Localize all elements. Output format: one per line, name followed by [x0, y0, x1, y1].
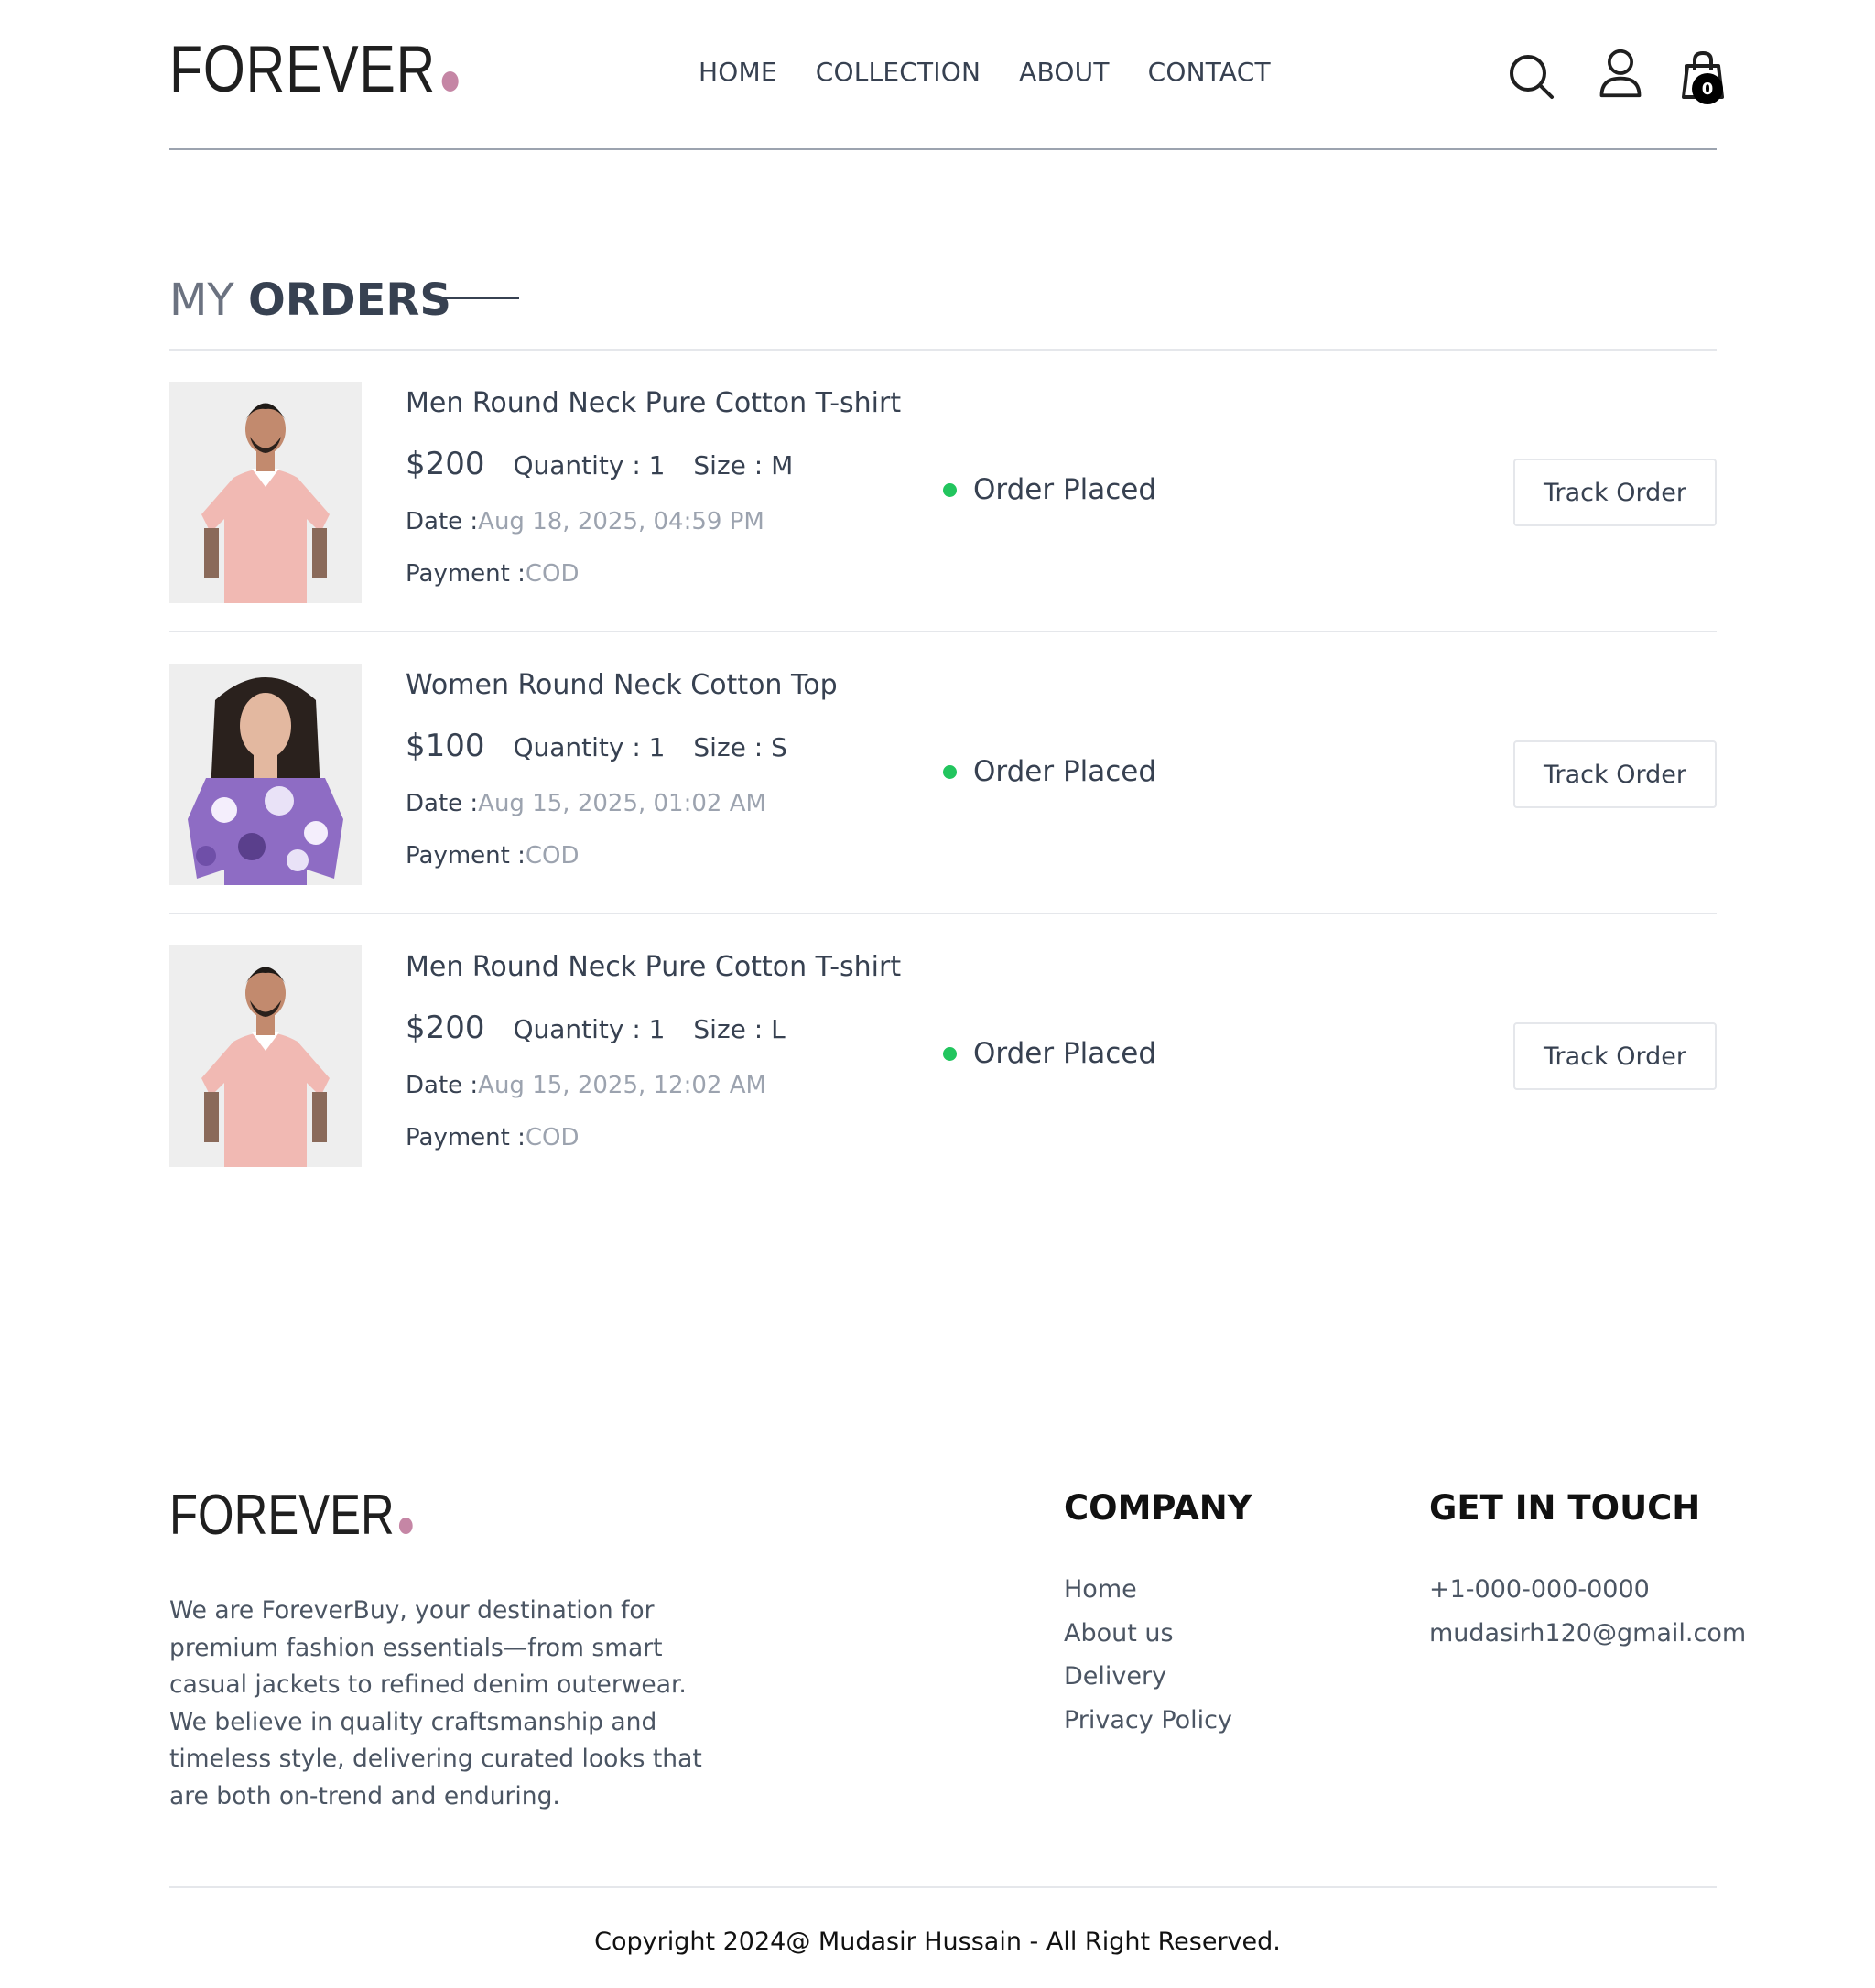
footer-logo[interactable]: FOREVER: [169, 1487, 413, 1544]
cart-count-badge: 0: [1692, 73, 1723, 104]
order-row: Men Round Neck Pure Cotton T-shirt $200 …: [169, 913, 1717, 1194]
track-order-button[interactable]: Track Order: [1513, 459, 1717, 526]
footer-link-privacy[interactable]: Privacy Policy: [1064, 1706, 1232, 1750]
footer-link-home[interactable]: Home: [1064, 1575, 1232, 1619]
order-status: Order Placed: [943, 1037, 1156, 1070]
order-status: Order Placed: [943, 755, 1156, 788]
order-price: $200: [406, 1010, 485, 1046]
date-label: Date :: [406, 1072, 479, 1099]
order-row: Men Round Neck Pure Cotton T-shirt $200 …: [169, 349, 1717, 631]
footer-divider: [169, 1886, 1717, 1888]
order-payment: Payment :COD: [406, 1124, 580, 1151]
product-name: Men Round Neck Pure Cotton T-shirt: [406, 387, 902, 419]
site-header: FOREVER HOME COLLECTION ABOUT CONTACT: [169, 0, 1717, 150]
product-name: Women Round Neck Cotton Top: [406, 669, 838, 701]
product-name: Men Round Neck Pure Cotton T-shirt: [406, 951, 902, 983]
footer-phone: +1-000-000-0000: [1429, 1575, 1650, 1604]
status-text: Order Placed: [973, 1037, 1157, 1070]
payment-value: COD: [525, 842, 580, 870]
footer-description: We are ForeverBuy, your destination for …: [169, 1596, 702, 1810]
nav-about[interactable]: ABOUT: [1019, 57, 1110, 87]
date-value: Aug 15, 2025, 01:02 AM: [478, 790, 766, 817]
status-dot: [943, 764, 957, 779]
payment-value: COD: [525, 1124, 580, 1151]
order-price: $200: [406, 446, 485, 482]
product-image: [169, 382, 362, 603]
order-date: Date :Aug 15, 2025, 12:02 AM: [406, 1072, 766, 1099]
track-order-button[interactable]: Track Order: [1513, 1022, 1717, 1090]
order-date: Date :Aug 15, 2025, 01:02 AM: [406, 790, 766, 817]
page-title: MY ORDERS: [169, 275, 451, 326]
order-quantity: Quantity : 1: [513, 1014, 666, 1044]
payment-label: Payment :: [406, 560, 526, 588]
status-dot: [943, 1046, 957, 1061]
title-underline: [430, 297, 519, 299]
order-payment: Payment :COD: [406, 560, 580, 588]
order-size: Size : M: [693, 450, 794, 481]
order-size: Size : S: [693, 732, 787, 762]
track-order-button[interactable]: Track Order: [1513, 740, 1717, 808]
orders-list: Men Round Neck Pure Cotton T-shirt $200 …: [169, 349, 1717, 1194]
order-status: Order Placed: [943, 473, 1156, 506]
product-image: [169, 664, 362, 885]
order-summary-line: $200 Quantity : 1 Size : L: [406, 1010, 786, 1046]
nav-home[interactable]: HOME: [699, 57, 777, 87]
order-price: $100: [406, 728, 485, 764]
date-label: Date :: [406, 508, 479, 535]
footer-company-links: Home About us Delivery Privacy Policy: [1064, 1575, 1232, 1749]
order-size: Size : L: [693, 1014, 786, 1044]
nav-collection[interactable]: COLLECTION: [816, 57, 981, 87]
payment-label: Payment :: [406, 842, 526, 870]
footer-contact-info: +1-000-000-0000 mudasirh120@gmail.com: [1429, 1575, 1746, 1662]
order-date: Date :Aug 18, 2025, 04:59 PM: [406, 508, 764, 535]
footer-link-delivery[interactable]: Delivery: [1064, 1662, 1232, 1706]
search-icon[interactable]: [1506, 51, 1557, 103]
order-payment: Payment :COD: [406, 842, 580, 870]
date-label: Date :: [406, 790, 479, 817]
brand-logo[interactable]: FOREVER: [169, 37, 459, 103]
order-quantity: Quantity : 1: [513, 450, 666, 481]
status-text: Order Placed: [973, 473, 1157, 506]
payment-label: Payment :: [406, 1124, 526, 1151]
status-text: Order Placed: [973, 755, 1157, 788]
nav-contact[interactable]: CONTACT: [1148, 57, 1271, 87]
footer-link-about[interactable]: About us: [1064, 1619, 1232, 1663]
user-icon[interactable]: [1595, 48, 1646, 99]
payment-value: COD: [525, 560, 580, 588]
title-part-my: MY: [169, 275, 234, 326]
copyright: Copyright 2024@ Mudasir Hussain - All Ri…: [594, 1928, 1281, 1956]
logo-dot: [441, 71, 459, 92]
footer-contact-heading: GET IN TOUCH: [1429, 1488, 1701, 1528]
date-value: Aug 15, 2025, 12:02 AM: [478, 1072, 766, 1099]
title-part-orders: ORDERS: [248, 275, 451, 326]
order-quantity: Quantity : 1: [513, 732, 666, 762]
order-summary-line: $200 Quantity : 1 Size : M: [406, 446, 793, 482]
main-nav: HOME COLLECTION ABOUT CONTACT: [699, 57, 1271, 87]
product-image: [169, 945, 362, 1167]
order-summary-line: $100 Quantity : 1 Size : S: [406, 728, 787, 764]
status-dot: [943, 482, 957, 497]
logo-dot: [398, 1518, 413, 1534]
order-row: Women Round Neck Cotton Top $100 Quantit…: [169, 631, 1717, 913]
date-value: Aug 18, 2025, 04:59 PM: [478, 508, 764, 535]
footer-company-heading: COMPANY: [1064, 1488, 1252, 1528]
footer-email[interactable]: mudasirh120@gmail.com: [1429, 1619, 1746, 1663]
